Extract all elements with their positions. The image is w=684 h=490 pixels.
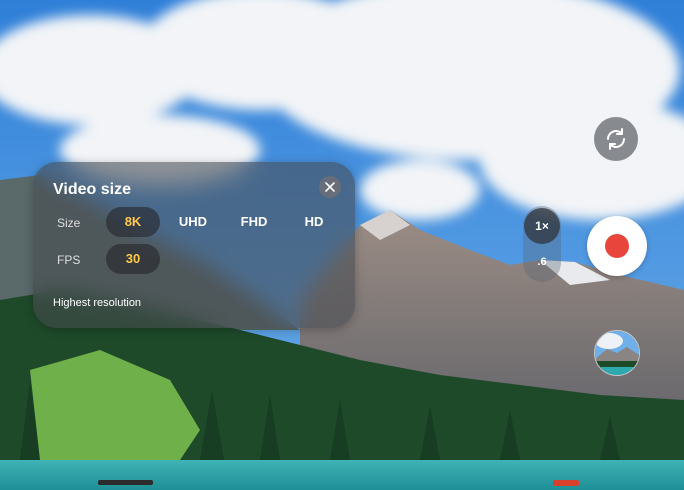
video-size-panel: Video size Size 8K UHD FHD HD FPS 30 Hig… [33,162,355,328]
close-icon [325,182,335,192]
zoom-1x-button[interactable]: 1× [524,208,560,244]
size-option-uhd[interactable]: UHD [166,207,220,237]
flip-camera-button[interactable] [594,117,638,161]
panel-title: Video size [53,181,131,198]
thumbnail-image [595,331,639,375]
resolution-hint: Highest resolution [53,297,142,309]
flip-camera-icon [607,128,625,150]
close-button[interactable] [319,176,341,198]
size-option-fhd[interactable]: FHD [227,207,281,237]
fps-option-30[interactable]: 30 [106,244,160,274]
gallery-thumbnail[interactable] [594,330,640,376]
record-button[interactable] [587,216,647,276]
size-label: Size [57,216,81,230]
zoom-0.6x-button[interactable]: .6 [530,256,554,268]
size-option-hd[interactable]: HD [287,207,341,237]
size-option-8k[interactable]: 8K [106,207,160,237]
record-icon [605,234,629,258]
fps-label: FPS [57,253,81,267]
